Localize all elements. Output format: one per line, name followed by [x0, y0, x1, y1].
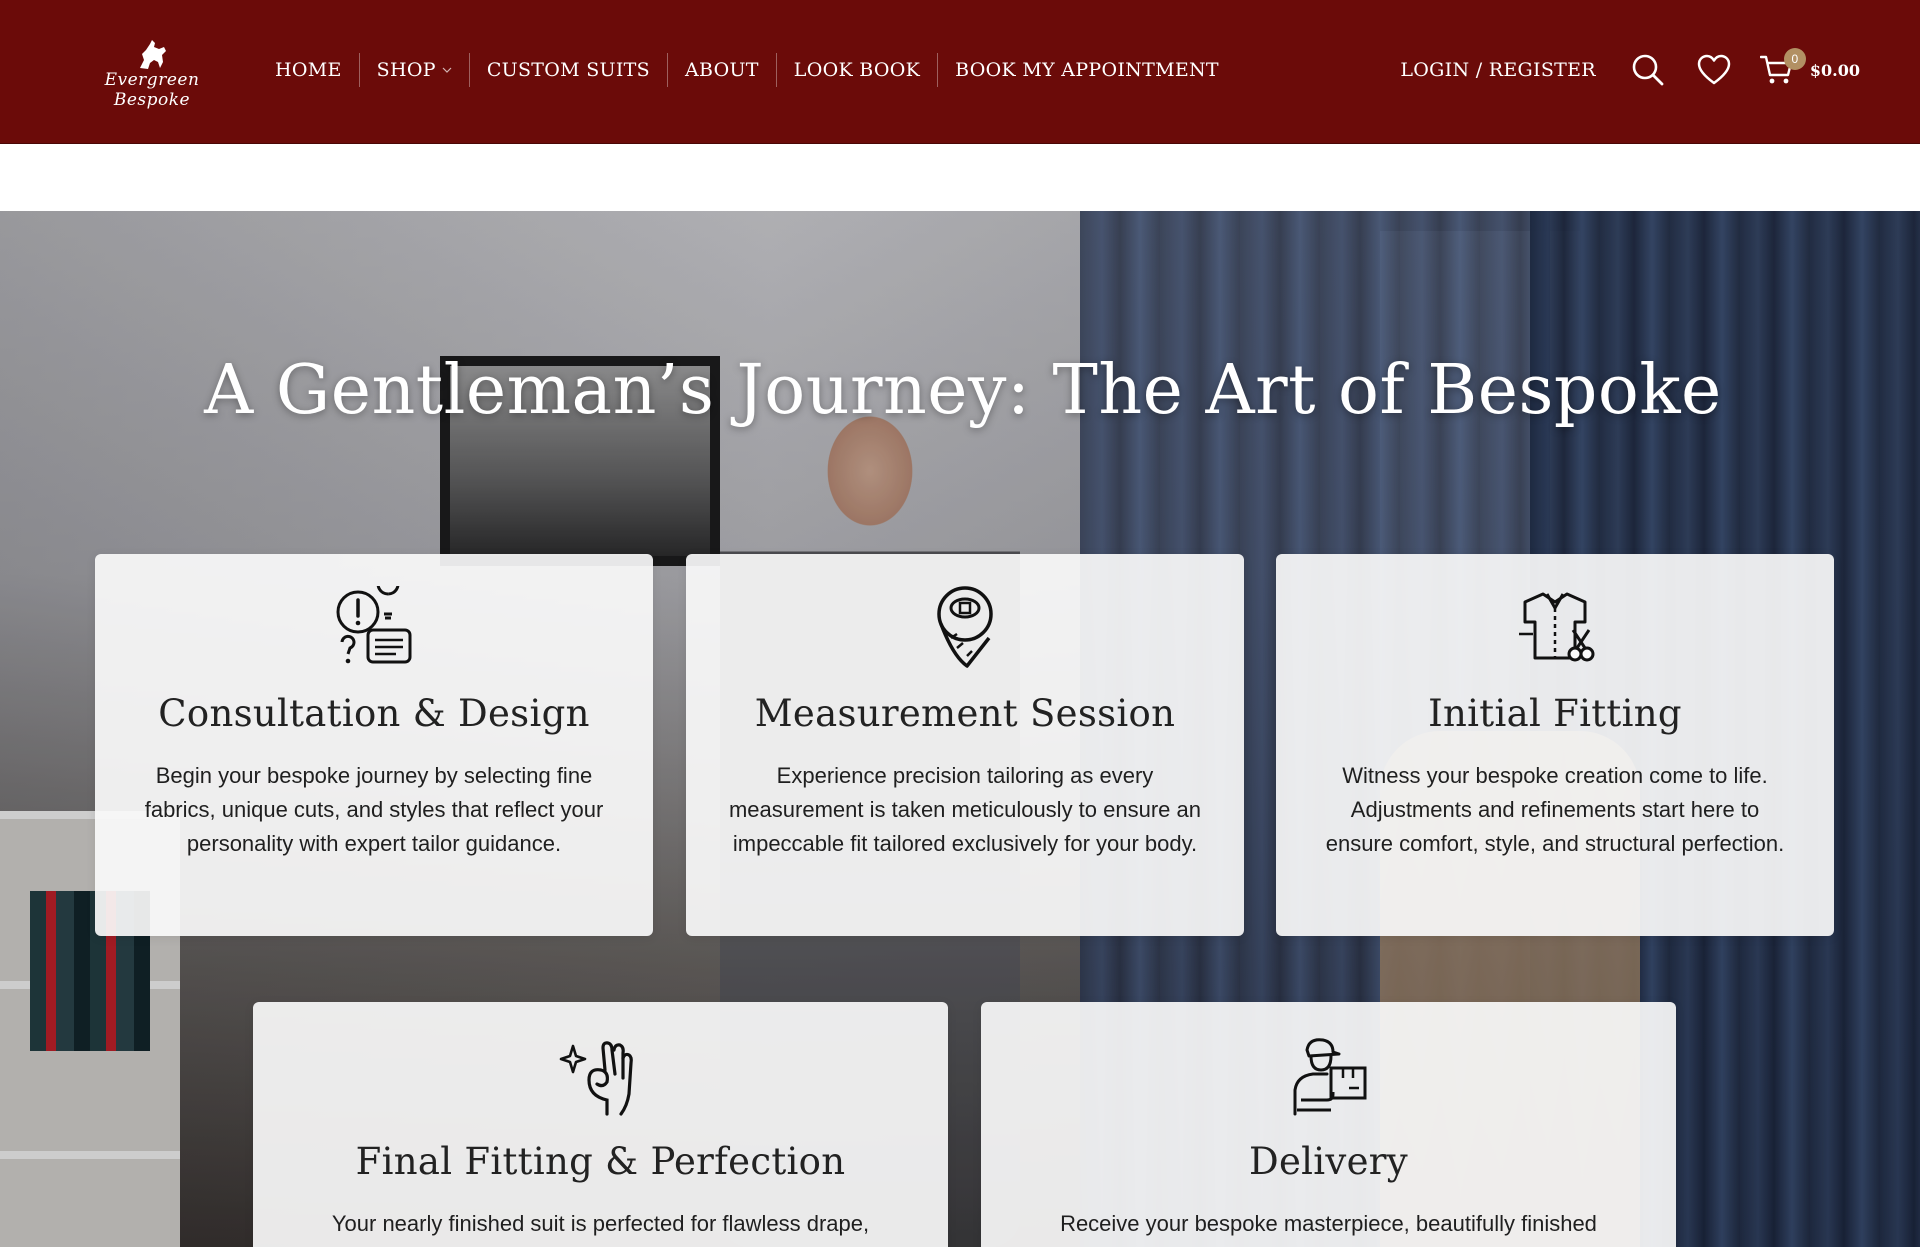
card-description: Receive your bespoke masterpiece, beauti… — [1060, 1211, 1597, 1236]
card-title: Consultation & Design — [158, 692, 590, 735]
step-card-measurement: Measurement Session Experience precision… — [686, 554, 1244, 936]
heart-icon[interactable] — [1694, 50, 1734, 90]
cart-button[interactable]: 0 $0.00 — [1759, 48, 1860, 86]
nav-about[interactable]: ABOUT — [668, 53, 777, 87]
tailored-shirt-icon — [1519, 592, 1595, 662]
card-title: Final Fitting & Perfection — [355, 1140, 846, 1183]
nav-shop-label: SHOP — [376, 59, 436, 81]
card-title: Initial Fitting — [1428, 692, 1682, 735]
cart-count-badge: 0 — [1783, 48, 1806, 70]
logo[interactable]: Evergreen Bespoke — [90, 38, 214, 110]
nav-home[interactable]: HOME — [258, 53, 360, 87]
hero-title: A Gentleman’s Journey: The Art of Bespok… — [204, 351, 1722, 430]
card-description: Witness your bespoke creation come to li… — [1325, 763, 1785, 856]
site-header: Evergreen Bespoke HOME SHOP CUSTOM SUITS… — [0, 0, 1920, 144]
card-title: Delivery — [1248, 1140, 1409, 1183]
main-nav: HOME SHOP CUSTOM SUITS ABOUT LOOK BOOK B… — [258, 53, 1236, 87]
search-icon[interactable] — [1628, 50, 1668, 90]
consultation-icon — [336, 586, 412, 664]
measuring-tape-icon — [937, 586, 993, 668]
ok-hand-icon — [559, 1041, 633, 1116]
step-card-delivery: Delivery Receive your bespoke masterpiec… — [981, 1002, 1676, 1247]
nav-shop[interactable]: SHOP — [360, 53, 470, 87]
hero-section: A Gentleman’s Journey: The Art of Bespok… — [0, 211, 1920, 1247]
card-title: Measurement Session — [754, 692, 1176, 735]
card-description: Begin your bespoke journey by selecting … — [144, 763, 604, 856]
nav-book-appointment[interactable]: BOOK MY APPOINTMENT — [938, 53, 1236, 87]
header-actions: LOGIN / REGISTER 0 $0.00 — [1400, 46, 1860, 94]
card-description: Your nearly finished suit is perfected f… — [331, 1211, 870, 1236]
horse-rider-logo-icon — [140, 40, 166, 69]
step-card-consultation: Consultation & Design Begin your bespoke… — [95, 554, 653, 936]
cart-total: $0.00 — [1809, 60, 1860, 80]
card-description: Experience precision tailoring as every … — [728, 763, 1201, 856]
nav-custom-suits[interactable]: CUSTOM SUITS — [470, 53, 668, 87]
delivery-person-icon — [1293, 1038, 1366, 1116]
step-card-initial-fitting: Initial Fitting Witness your bespoke cre… — [1276, 554, 1834, 936]
step-card-final-fitting: Final Fitting & Perfection Your nearly f… — [253, 1002, 948, 1247]
login-register-link[interactable]: LOGIN / REGISTER — [1400, 59, 1596, 81]
nav-look-book[interactable]: LOOK BOOK — [777, 53, 939, 87]
chevron-down-icon — [442, 67, 452, 73]
logo-text: Evergreen Bespoke — [104, 70, 200, 110]
